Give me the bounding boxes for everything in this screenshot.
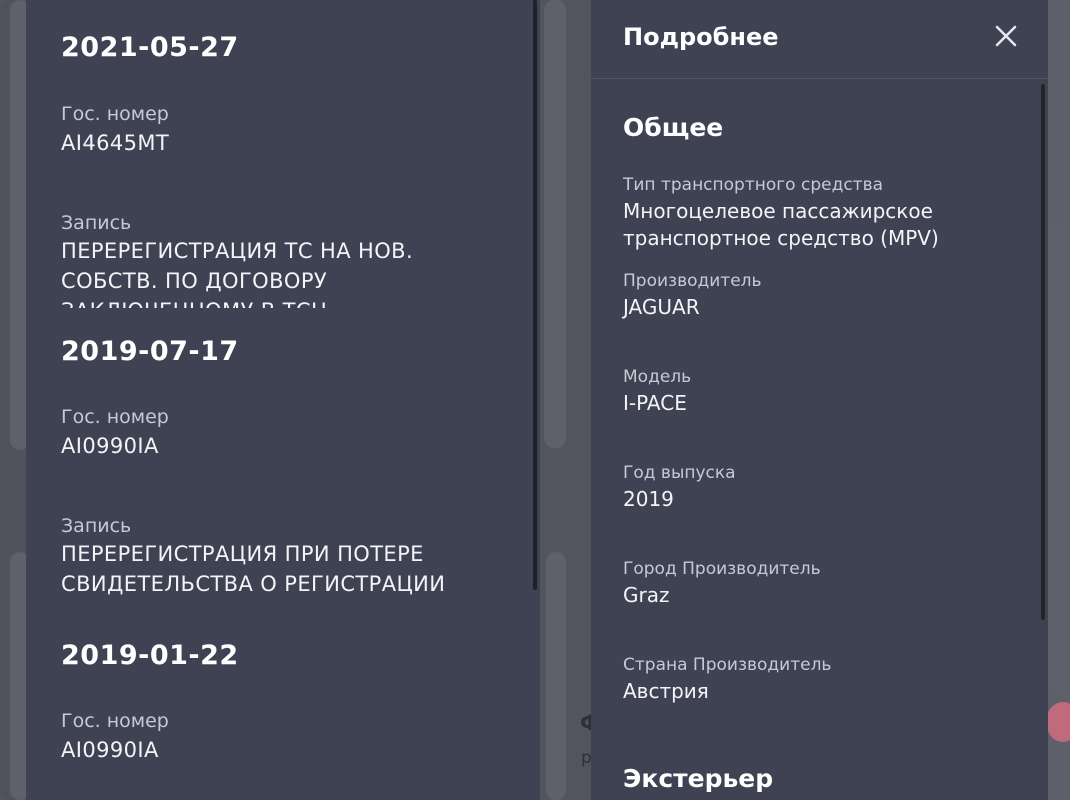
plate-value: AI0990IA [61, 738, 159, 762]
background-card [544, 0, 566, 448]
plate-value: AI4645MT [61, 131, 170, 155]
record-value: ПЕРЕРЕГИСТРАЦИЯ ТС НА НОВ. СОБСТВ. ПО ДО… [61, 239, 414, 308]
record-value: ПЕРЕРЕГИСТРАЦИЯ ПРИ ПОТЕРЕ СВИДЕТЕЛЬСТВА… [61, 542, 446, 596]
close-icon [995, 25, 1017, 47]
record-date: 2021-05-27 [61, 32, 239, 63]
field-label: Тип транспортного средства [623, 175, 884, 195]
field-label: Производитель [623, 271, 762, 291]
plate-label: Гос. номер [61, 406, 169, 428]
field-value: 2019 [623, 487, 674, 511]
record-text-clip: ПЕРЕРЕГИСТРАЦИЯ ПРИ ПОТЕРЕ СВИДЕТЕЛЬСТВА… [61, 539, 491, 603]
record-label: Запись [61, 212, 132, 234]
record-label: Запись [61, 515, 132, 537]
section-title-general: Общее [623, 113, 724, 142]
details-scrollbar[interactable] [1041, 84, 1045, 620]
plate-label: Гос. номер [61, 710, 169, 732]
close-button[interactable] [990, 20, 1022, 52]
record-text-clip: ПЕРЕРЕГИСТРАЦИЯ ТС НА НОВ. СОБСТВ. ПО ДО… [61, 236, 481, 308]
record-date: 2019-07-17 [61, 336, 239, 367]
field-value: JAGUAR [623, 295, 700, 319]
background-card [546, 552, 566, 800]
field-value: Австрия [623, 679, 709, 703]
field-value: Многоцелевое пассажирское транспортное с… [623, 199, 939, 250]
record-date: 2019-01-22 [61, 640, 239, 671]
details-header: Подробнее [591, 0, 1048, 79]
background-card [1048, 222, 1070, 692]
field-value: I-PACE [623, 391, 687, 415]
left-scrollbar[interactable] [533, 0, 537, 590]
details-panel: Подробнее Общее Тип транспортного средст… [591, 0, 1048, 800]
field-label: Год выпуска [623, 463, 736, 483]
field-label: Город Производитель [623, 559, 821, 579]
registration-history-panel[interactable]: 2021-05-27 Гос. номер AI4645MT Запись ПЕ… [26, 0, 540, 800]
section-title-exterior: Экстерьер [623, 764, 774, 793]
field-value: Graz [623, 583, 670, 607]
plate-label: Гос. номер [61, 103, 169, 125]
plate-value: AI0990IA [61, 434, 159, 458]
field-label: Модель [623, 367, 692, 387]
field-label: Страна Производитель [623, 655, 832, 675]
details-title: Подробнее [623, 23, 779, 51]
